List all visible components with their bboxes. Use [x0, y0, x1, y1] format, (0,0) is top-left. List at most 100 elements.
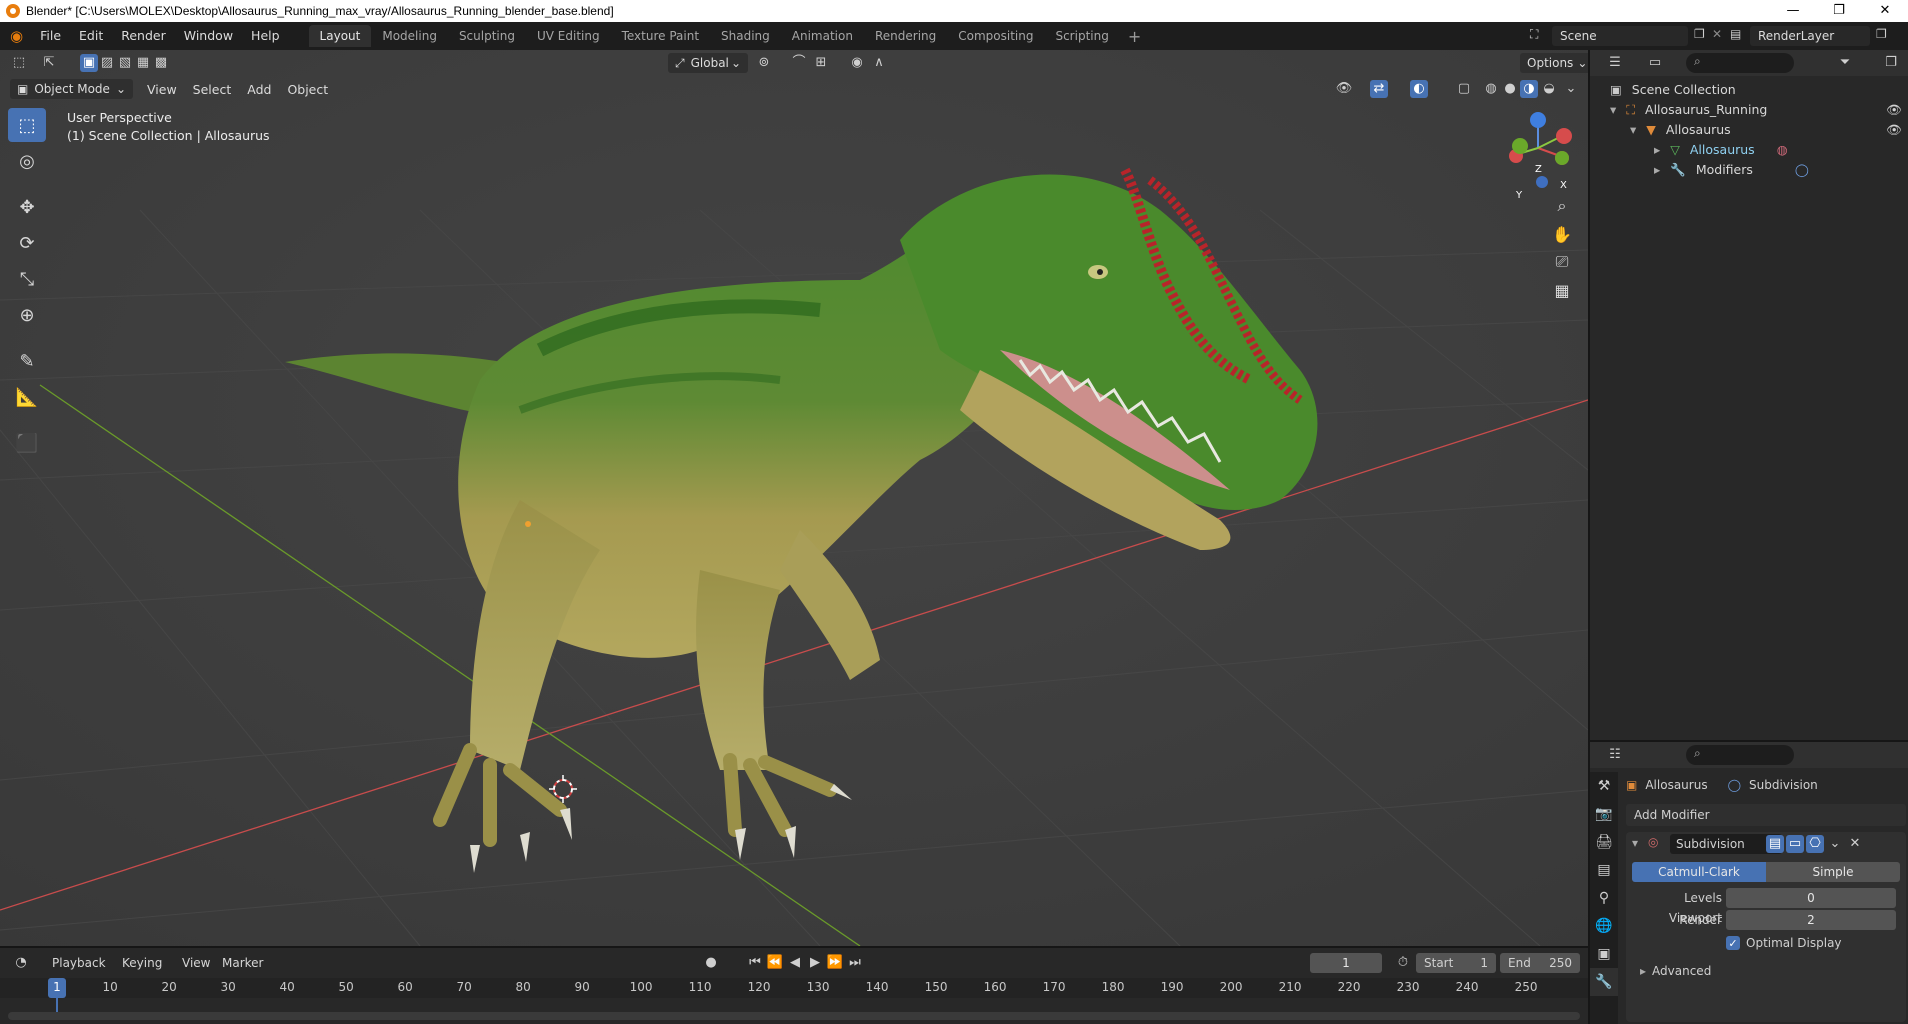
menu-file[interactable]: File: [31, 22, 70, 50]
jump-keyframe-back-icon[interactable]: ⏪: [766, 954, 784, 972]
menu-marker[interactable]: Marker: [222, 956, 263, 970]
renderlayer-selector[interactable]: RenderLayer: [1750, 26, 1870, 46]
tab-sculpting[interactable]: Sculpting: [448, 25, 526, 47]
viewport-timeline-divider[interactable]: [0, 946, 1588, 948]
solid-shading-icon[interactable]: ●: [1501, 80, 1519, 98]
menu-playback[interactable]: Playback: [52, 956, 106, 970]
overlays-toggle-icon[interactable]: ◐: [1410, 80, 1428, 98]
new-collection-icon[interactable]: ❐: [1882, 54, 1900, 72]
material-shading-icon[interactable]: ◑: [1520, 80, 1538, 98]
simple-button[interactable]: Simple: [1766, 862, 1900, 882]
falloff-icon[interactable]: ∧: [870, 54, 888, 72]
render-tab-icon[interactable]: 📷: [1590, 800, 1618, 828]
scene-selector[interactable]: Scene: [1552, 26, 1688, 46]
jump-end-icon[interactable]: ⏭: [846, 954, 864, 972]
proportional-edit-icon[interactable]: ◉: [848, 54, 866, 72]
xray-toggle-icon[interactable]: ▢: [1455, 80, 1473, 98]
tab-compositing[interactable]: Compositing: [947, 25, 1044, 47]
play-reverse-icon[interactable]: ◀: [786, 954, 804, 972]
pivot-point-icon[interactable]: ⊚: [755, 54, 773, 72]
tab-rendering[interactable]: Rendering: [864, 25, 947, 47]
viewport-display-toggle-icon[interactable]: ▭: [1786, 835, 1804, 853]
shading-options-icon[interactable]: ⌄: [1562, 80, 1580, 98]
annotate-tool-icon[interactable]: ✎: [8, 344, 46, 378]
new-renderlayer-icon[interactable]: ❐: [1876, 27, 1887, 41]
cursor-tool-icon[interactable]: ◎: [8, 144, 46, 178]
menu-window[interactable]: Window: [175, 22, 242, 50]
close-button[interactable]: ✕: [1862, 0, 1908, 22]
renderlayer-browse-icon[interactable]: ▤: [1730, 27, 1741, 41]
ortho-toggle-icon[interactable]: ▦: [1548, 276, 1576, 304]
jump-keyframe-forward-icon[interactable]: ⏩: [826, 954, 844, 972]
wireframe-shading-icon[interactable]: ◍: [1482, 80, 1500, 98]
menu-render[interactable]: Render: [112, 22, 175, 50]
outliner-editor-icon[interactable]: ☰: [1606, 54, 1624, 72]
menu-add[interactable]: Add: [239, 82, 279, 97]
tab-uv-editing[interactable]: UV Editing: [526, 25, 611, 47]
outliner-item-object[interactable]: ▾ ▼ Allosaurus 👁: [1590, 120, 1908, 140]
delete-scene-icon[interactable]: ✕: [1712, 27, 1722, 41]
scale-tool-icon[interactable]: ⤡: [8, 262, 46, 296]
start-frame-field[interactable]: Start 1: [1416, 953, 1496, 973]
object-tab-icon[interactable]: ▣: [1590, 940, 1618, 968]
tab-shading[interactable]: Shading: [710, 25, 781, 47]
outliner-item-collection[interactable]: ▾ ⛶ Allosaurus_Running 👁: [1590, 100, 1908, 120]
menu-timeline-view[interactable]: View: [182, 956, 210, 970]
tab-animation[interactable]: Animation: [781, 25, 864, 47]
menu-edit[interactable]: Edit: [70, 22, 112, 50]
maximize-button[interactable]: ❐: [1816, 0, 1862, 22]
select-extend-icon[interactable]: ▨: [98, 54, 116, 72]
measure-tool-icon[interactable]: 📐: [8, 380, 46, 414]
select-invert-icon[interactable]: ▦: [134, 54, 152, 72]
timeline-editor-icon[interactable]: ◔: [12, 954, 30, 972]
properties-editor-icon[interactable]: ☷: [1606, 746, 1624, 764]
transform-orientation-dropdown[interactable]: ⤢ Global ⌄: [668, 53, 748, 73]
view-layer-tab-icon[interactable]: ▤: [1590, 856, 1618, 884]
menu-select[interactable]: Select: [185, 82, 240, 97]
current-frame-field[interactable]: 1: [1310, 953, 1382, 973]
render-toggle-icon[interactable]: ⎔: [1806, 835, 1824, 853]
rendered-shading-icon[interactable]: ◒: [1540, 80, 1558, 98]
vertical-divider[interactable]: [1588, 50, 1590, 1024]
gizmos-toggle-icon[interactable]: ⇄: [1370, 80, 1388, 98]
tab-texture-paint[interactable]: Texture Paint: [611, 25, 710, 47]
remove-modifier-icon[interactable]: ✕: [1846, 835, 1864, 853]
visibility-eye-icon[interactable]: 👁: [1886, 120, 1902, 140]
tab-layout[interactable]: Layout: [308, 25, 372, 47]
tab-scripting[interactable]: Scripting: [1044, 25, 1119, 47]
snap-toggle-icon[interactable]: ⌒: [790, 54, 808, 72]
outliner-item-mesh[interactable]: ▸ ▽ Allosaurus ◍: [1590, 140, 1908, 160]
move-tool-icon[interactable]: ✥: [8, 190, 46, 224]
timeline-scrollbar[interactable]: [8, 1012, 1580, 1020]
outliner-properties-divider[interactable]: [1590, 740, 1908, 742]
options-dropdown[interactable]: Options ⌄: [1520, 53, 1588, 73]
snap-target-icon[interactable]: ⊞: [812, 54, 830, 72]
tab-modeling[interactable]: Modeling: [371, 25, 448, 47]
jump-start-icon[interactable]: ⏮: [746, 954, 764, 972]
zoom-icon[interactable]: ⌕: [1548, 192, 1576, 220]
select-subtract-icon[interactable]: ▧: [116, 54, 134, 72]
scene-tab-icon[interactable]: ⚲: [1590, 884, 1618, 912]
catmull-clark-button[interactable]: Catmull-Clark: [1632, 862, 1766, 882]
scene-browse-icon[interactable]: ⛶: [1530, 27, 1538, 42]
outliner-item-modifiers[interactable]: ▸ 🔧 Modifiers ◯: [1590, 160, 1908, 180]
add-cube-tool-icon[interactable]: ⬛: [8, 426, 46, 460]
add-workspace-icon[interactable]: +: [1120, 27, 1149, 46]
blender-menu-icon[interactable]: ◉: [0, 22, 31, 50]
play-icon[interactable]: ▶: [806, 954, 824, 972]
render-levels-field[interactable]: 2: [1726, 910, 1896, 930]
visibility-icon[interactable]: 👁: [1335, 80, 1353, 98]
editor-type-icon[interactable]: ⬚: [10, 54, 28, 72]
display-mode-icon[interactable]: ▭: [1646, 54, 1664, 72]
menu-help[interactable]: Help: [242, 22, 289, 50]
minimize-button[interactable]: —: [1770, 0, 1816, 22]
advanced-subpanel[interactable]: ▸ Advanced: [1640, 964, 1711, 978]
auto-keying-icon[interactable]: ●: [702, 954, 720, 972]
edit-mode-toggle-icon[interactable]: ▤: [1766, 835, 1784, 853]
levels-viewport-field[interactable]: 0: [1726, 888, 1896, 908]
filter-icon[interactable]: ⏷: [1836, 54, 1854, 72]
select-mode-cursor-icon[interactable]: ⇱: [40, 54, 58, 72]
menu-view[interactable]: View: [139, 82, 185, 97]
select-intersect-icon[interactable]: ▩: [152, 54, 170, 72]
rotate-tool-icon[interactable]: ⟳: [8, 226, 46, 260]
